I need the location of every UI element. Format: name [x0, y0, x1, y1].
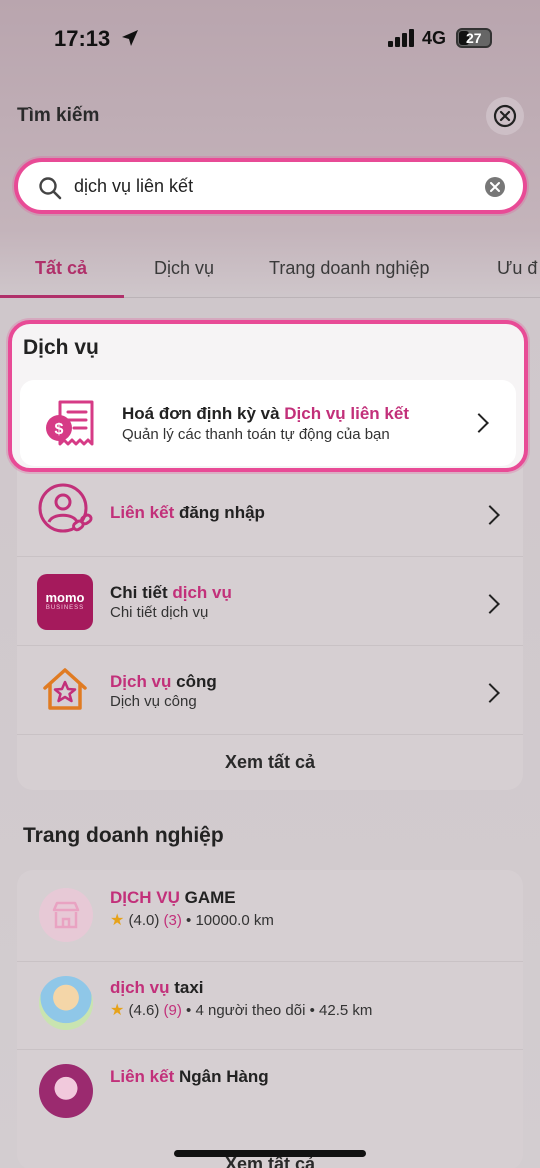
- momo-business-logo: momo BUSINESS: [37, 574, 93, 630]
- title-highlight: Dịch vụ: [110, 672, 172, 691]
- chevron-right-icon: [480, 594, 500, 614]
- services-highlight: Dịch vụ $ Hoá đơn định kỳ và Dịch vụ liê…: [8, 320, 528, 472]
- title-plain: công: [171, 672, 217, 691]
- title-plain: Ngân Hàng: [174, 1067, 269, 1086]
- close-button[interactable]: [486, 97, 524, 135]
- active-tab-indicator: [0, 295, 124, 298]
- tab-bar: Tất cả Dịch vụ Trang doanh nghiệp Ưu đ: [0, 236, 540, 298]
- service-item-subtitle: Quản lý các thanh toán tự động của bạn: [122, 426, 390, 443]
- followers-distance: • 4 người theo dõi • 42.5 km: [186, 1002, 373, 1019]
- battery-level: 27: [466, 30, 482, 46]
- star-icon: ★: [110, 912, 125, 929]
- title-highlight: dịch vụ: [110, 978, 170, 997]
- page-title: Tìm kiếm: [17, 105, 100, 126]
- title-highlight: dịch vụ: [172, 583, 232, 602]
- business-item-title: DỊCH VỤ GAME: [110, 888, 236, 908]
- signal-icon: [388, 29, 414, 47]
- tab-services[interactable]: Dịch vụ: [154, 258, 214, 279]
- status-time: 17:13: [54, 26, 111, 51]
- clear-icon: [490, 182, 500, 192]
- service-item-title: Dịch vụ công: [110, 672, 217, 692]
- business-avatar: [39, 976, 93, 1030]
- star-icon: ★: [110, 1002, 125, 1019]
- receipt-money-icon: $: [46, 400, 94, 446]
- service-item-subtitle: Dịch vụ công: [110, 693, 197, 710]
- business-avatar: [39, 888, 93, 942]
- service-item-service-detail[interactable]: momo BUSINESS Chi tiết dịch vụ Chi tiết …: [17, 557, 523, 646]
- service-item-login-link[interactable]: Liên kết đăng nhập: [17, 468, 523, 557]
- battery-icon: 27: [456, 28, 492, 48]
- services-see-all-button[interactable]: Xem tất cả: [17, 752, 523, 773]
- business-item-meta: ★ (4.6) (9) • 4 người theo dõi • 42.5 km: [110, 1000, 372, 1020]
- logo-text: momo: [45, 590, 85, 605]
- tab-all[interactable]: Tất cả: [35, 258, 87, 279]
- location-arrow-icon: [122, 30, 138, 46]
- business-section-title: Trang doanh nghiệp: [23, 824, 224, 847]
- home-indicator: [174, 1150, 366, 1157]
- business-item-title: Liên kết Ngân Hàng: [110, 1067, 269, 1087]
- business-item-taxi[interactable]: dịch vụ taxi ★ (4.6) (9) • 4 người theo …: [17, 962, 523, 1050]
- title-plain: GAME: [179, 888, 236, 907]
- svg-text:$: $: [55, 421, 64, 438]
- title-highlight: Liên kết: [110, 503, 175, 522]
- distance: • 10000.0 km: [186, 912, 274, 929]
- service-item-title: Liên kết đăng nhập: [110, 503, 265, 523]
- rating-count: (9): [163, 1002, 182, 1019]
- title-highlight: DỊCH VỤ: [110, 888, 180, 907]
- title-plain: taxi: [169, 978, 204, 997]
- service-item-subtitle: Chi tiết dịch vụ: [110, 604, 209, 621]
- title-plain: Chi tiết: [110, 583, 173, 602]
- search-icon: [39, 177, 62, 200]
- title-highlight: Dịch vụ liên kết: [284, 404, 409, 423]
- network-type: 4G: [422, 28, 447, 48]
- chevron-right-icon: [469, 413, 489, 433]
- service-item-recurring-bills[interactable]: $ Hoá đơn định kỳ và Dịch vụ liên kết Qu…: [20, 380, 516, 466]
- tab-offers[interactable]: Ưu đ: [497, 258, 537, 279]
- services-section-title: Dịch vụ: [23, 336, 99, 359]
- logo-subtext: BUSINESS: [45, 605, 85, 611]
- business-avatar: [39, 1064, 93, 1118]
- business-item-game[interactable]: DỊCH VỤ GAME ★ (4.0) (3) • 10000.0 km: [17, 870, 523, 962]
- service-item-public-service[interactable]: Dịch vụ công Dịch vụ công: [17, 646, 523, 735]
- service-item-title: Chi tiết dịch vụ: [110, 583, 232, 603]
- business-item-title: dịch vụ taxi: [110, 978, 204, 998]
- business-item-bank-link[interactable]: Liên kết Ngân Hàng: [17, 1050, 523, 1140]
- rating-count: (3): [163, 912, 182, 929]
- service-item-title: Hoá đơn định kỳ và Dịch vụ liên kết: [122, 404, 409, 424]
- search-value: dịch vụ liên kết: [74, 176, 194, 196]
- tab-business-pages[interactable]: Trang doanh nghiệp: [269, 258, 429, 279]
- chevron-right-icon: [480, 683, 500, 703]
- business-item-meta: ★ (4.0) (3) • 10000.0 km: [110, 910, 274, 930]
- storefront-icon: [52, 901, 80, 929]
- user-link-icon: [38, 483, 93, 533]
- title-highlight: Liên kết: [110, 1067, 175, 1086]
- title-plain: Hoá đơn định kỳ và: [122, 404, 285, 423]
- close-icon: [493, 104, 517, 128]
- clear-search-button[interactable]: [485, 177, 505, 197]
- house-star-icon: [43, 668, 87, 710]
- chevron-right-icon: [480, 505, 500, 525]
- title-plain: đăng nhập: [174, 503, 265, 522]
- status-bar: 17:13 4G 27: [0, 0, 540, 80]
- rating: (4.6): [128, 1002, 160, 1019]
- search-input[interactable]: dịch vụ liên kết: [14, 158, 527, 214]
- rating: (4.0): [128, 912, 160, 929]
